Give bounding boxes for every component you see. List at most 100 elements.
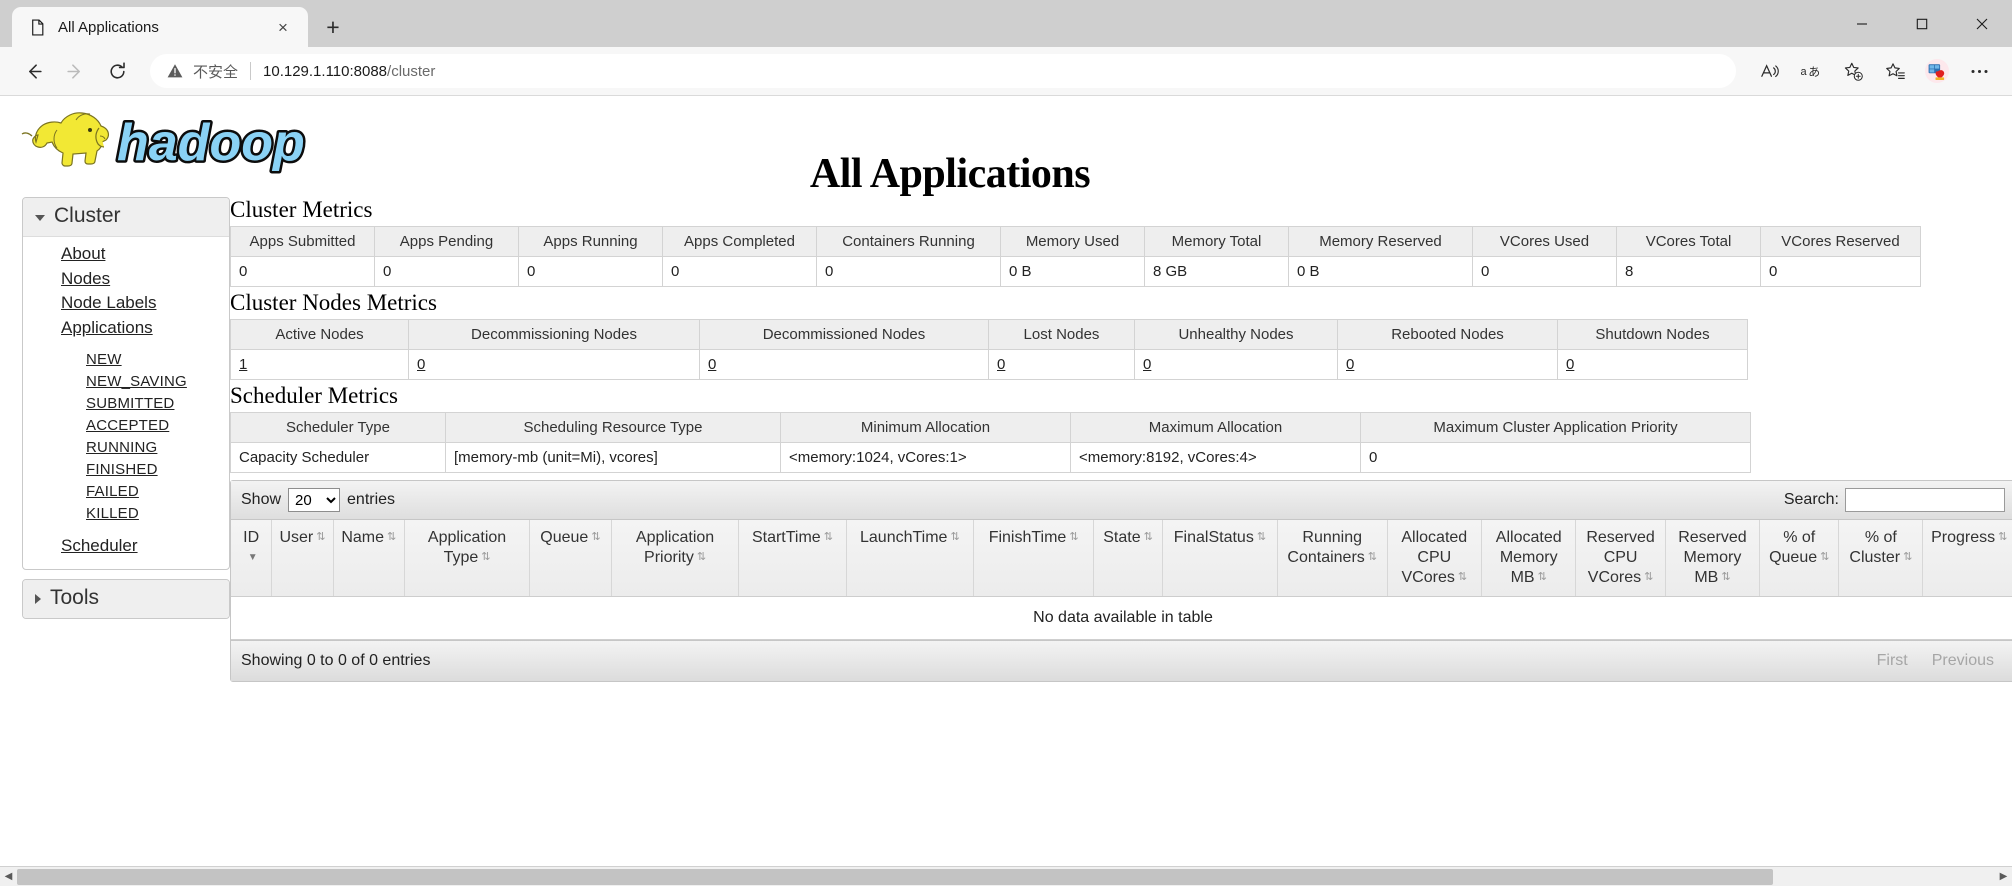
- val-containers-running: 0: [816, 256, 1001, 287]
- datatable-pagination: First Previous: [1866, 649, 2005, 673]
- datatable-info: Showing 0 to 0 of 0 entries: [241, 652, 431, 669]
- translate-icon[interactable]: aあ: [1792, 52, 1830, 90]
- cell-decommissioning-nodes: 0: [408, 349, 700, 380]
- link-rebooted-nodes[interactable]: 0: [1346, 356, 1354, 373]
- col-percent-of-queue[interactable]: % of Queue ⇅: [1759, 520, 1840, 597]
- link-unhealthy-nodes[interactable]: 0: [1143, 356, 1151, 373]
- sort-both-icon: ⇅: [1903, 551, 1913, 564]
- sidebar-state-new[interactable]: NEW: [23, 349, 229, 371]
- read-aloud-icon[interactable]: [1750, 52, 1788, 90]
- sidebar-link-nodes[interactable]: Nodes: [23, 267, 229, 292]
- scrollbar-thumb[interactable]: [17, 868, 1773, 885]
- tab-close-icon[interactable]: ×: [270, 14, 296, 40]
- page-content: hadoop hadoop All Applications Cluster A…: [0, 96, 2012, 866]
- link-decommissioning-nodes[interactable]: 0: [417, 356, 425, 373]
- address-bar[interactable]: 不安全 10.129.1.110:8088/cluster: [150, 54, 1736, 88]
- col-allocated-memory-mb[interactable]: Allocated Memory MB ⇅: [1481, 520, 1577, 597]
- maximize-icon[interactable]: [1892, 0, 1952, 47]
- reload-icon[interactable]: [98, 52, 136, 90]
- warning-triangle-icon[interactable]: [166, 62, 184, 80]
- val-maximum-cluster-application-priority: 0: [1360, 442, 1751, 473]
- new-tab-button[interactable]: +: [316, 10, 350, 44]
- scroll-left-arrow-icon[interactable]: ◀: [0, 867, 17, 886]
- col-maximum-cluster-application-priority: Maximum Cluster Application Priority: [1360, 412, 1751, 443]
- col-unhealthy-nodes: Unhealthy Nodes: [1134, 319, 1338, 350]
- sidebar-link-scheduler[interactable]: Scheduler: [23, 534, 229, 559]
- scroll-right-arrow-icon[interactable]: ▶: [1995, 867, 2012, 886]
- col-percent-of-queue-label: % of Queue: [1769, 529, 1818, 566]
- link-lost-nodes[interactable]: 0: [997, 356, 1005, 373]
- cluster-metrics-table: Apps Submitted Apps Pending Apps Running…: [230, 226, 1921, 287]
- security-status-text: 不安全: [193, 63, 239, 81]
- entries-per-page-select[interactable]: 20 40 60 80 100: [288, 488, 341, 512]
- sort-both-icon: ⇅: [1256, 531, 1267, 544]
- col-running-containers[interactable]: Running Containers ⇅: [1277, 520, 1388, 597]
- sort-both-icon: ⇅: [823, 531, 833, 544]
- sidebar-state-finished[interactable]: FINISHED: [23, 459, 229, 481]
- sidebar-state-submitted[interactable]: SUBMITTED: [23, 393, 229, 415]
- sidebar-link-node-labels[interactable]: Node Labels: [23, 291, 229, 316]
- sidebar-state-running[interactable]: RUNNING: [23, 437, 229, 459]
- sort-both-icon: ⇅: [1367, 551, 1377, 564]
- val-memory-total: 8 GB: [1144, 256, 1289, 287]
- back-arrow-icon[interactable]: [14, 52, 52, 90]
- url-path: /cluster: [387, 62, 436, 80]
- sidebar-tools-header[interactable]: Tools: [23, 579, 229, 618]
- col-percent-of-cluster[interactable]: % of Cluster ⇅: [1838, 520, 1924, 597]
- sort-both-icon: ⇅: [1721, 571, 1731, 584]
- close-icon[interactable]: [1952, 0, 2012, 47]
- sidebar-cluster-label: Cluster: [54, 204, 121, 227]
- sidebar-link-about[interactable]: About: [23, 242, 229, 267]
- col-user[interactable]: User ⇅: [271, 520, 334, 597]
- col-scheduler-type: Scheduler Type: [230, 412, 446, 443]
- link-decommissioned-nodes[interactable]: 0: [708, 356, 716, 373]
- sidebar-state-failed[interactable]: FAILED: [23, 481, 229, 503]
- sidebar-state-new-saving[interactable]: NEW_SAVING: [23, 371, 229, 393]
- favorites-icon[interactable]: [1876, 52, 1914, 90]
- col-starttime-label: StartTime: [751, 529, 821, 546]
- col-queue[interactable]: Queue ⇅: [529, 520, 612, 597]
- col-reserved-memory-mb[interactable]: Reserved Memory MB ⇅: [1665, 520, 1761, 597]
- col-progress[interactable]: Progress ⇅: [1922, 520, 2012, 597]
- col-name[interactable]: Name ⇅: [333, 520, 406, 597]
- col-launchtime[interactable]: LaunchTime ⇅: [846, 520, 975, 597]
- sort-both-icon: ⇅: [1537, 571, 1547, 584]
- col-application-priority[interactable]: Application Priority ⇅: [611, 520, 740, 597]
- hadoop-logo[interactable]: hadoop hadoop: [14, 102, 312, 176]
- cell-lost-nodes: 0: [988, 349, 1135, 380]
- add-favorite-icon[interactable]: [1834, 52, 1872, 90]
- body-layout: Cluster About Nodes Node Labels Applicat…: [0, 188, 2012, 682]
- val-apps-running: 0: [518, 256, 663, 287]
- sidebar-state-accepted[interactable]: ACCEPTED: [23, 415, 229, 437]
- val-vcores-used: 0: [1472, 256, 1617, 287]
- col-allocated-cpu-vcores[interactable]: Allocated CPU VCores ⇅: [1387, 520, 1483, 597]
- link-shutdown-nodes[interactable]: 0: [1566, 356, 1574, 373]
- search-input[interactable]: [1845, 488, 2005, 512]
- col-application-type[interactable]: Application Type ⇅: [404, 520, 531, 597]
- minimize-icon[interactable]: [1832, 0, 1892, 47]
- sidebar-cluster-header[interactable]: Cluster: [23, 198, 229, 237]
- col-finishtime[interactable]: FinishTime ⇅: [973, 520, 1095, 597]
- settings-more-icon[interactable]: [1960, 52, 1998, 90]
- browser-tab[interactable]: All Applications ×: [12, 7, 308, 47]
- col-reserved-cpu-vcores[interactable]: Reserved CPU VCores ⇅: [1575, 520, 1666, 597]
- col-starttime[interactable]: StartTime ⇅: [738, 520, 847, 597]
- col-launchtime-label: LaunchTime: [860, 529, 948, 546]
- sidebar-panel-tools: Tools: [22, 578, 230, 619]
- pagination-previous-button[interactable]: Previous: [1921, 649, 2005, 673]
- scrollbar-track[interactable]: [17, 867, 1995, 886]
- link-active-nodes[interactable]: 1: [239, 356, 247, 373]
- horizontal-scrollbar[interactable]: ◀ ▶: [0, 866, 2012, 886]
- sidebar-link-applications[interactable]: Applications: [23, 316, 229, 341]
- col-id[interactable]: ID ▼: [231, 520, 273, 597]
- col-rebooted-nodes: Rebooted Nodes: [1337, 319, 1558, 350]
- sort-both-icon: ⇅: [481, 551, 491, 564]
- cluster-nodes-metrics-title: Cluster Nodes Metrics: [230, 290, 437, 315]
- extension-icon[interactable]: [1918, 52, 1956, 90]
- sidebar-state-killed[interactable]: KILLED: [23, 503, 229, 525]
- col-state[interactable]: State ⇅: [1093, 520, 1163, 597]
- col-minimum-allocation: Minimum Allocation: [780, 412, 1071, 443]
- entries-label: entries: [347, 491, 396, 508]
- col-finalstatus[interactable]: FinalStatus ⇅: [1162, 520, 1278, 597]
- pagination-first-button[interactable]: First: [1866, 649, 1919, 673]
